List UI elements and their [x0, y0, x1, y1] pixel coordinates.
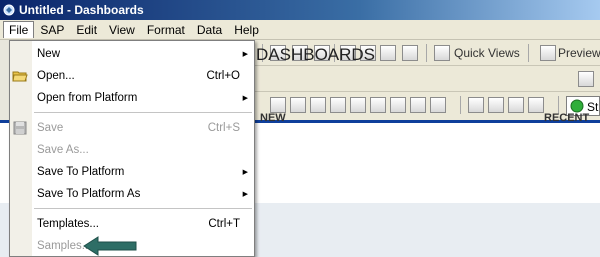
- menu-item-label: Open...: [37, 70, 75, 82]
- menu-format[interactable]: Format: [141, 21, 191, 39]
- align-right-icon[interactable]: [370, 97, 386, 113]
- page-title: DASHBOARDS: [256, 45, 376, 64]
- align-top-icon[interactable]: [270, 97, 286, 113]
- menu-separator: [34, 112, 252, 113]
- status-green-icon: [570, 99, 584, 113]
- annotation-pointer-arrow-icon: [83, 236, 137, 256]
- submenu-arrow-icon: ▶: [242, 191, 248, 198]
- preview-button[interactable]: Preview: [558, 46, 600, 60]
- menu-item-label: Save: [37, 122, 64, 134]
- menu-sap[interactable]: SAP: [34, 21, 70, 39]
- menu-item-label: Save To Platform: [37, 166, 125, 178]
- quick-views-button[interactable]: Quick Views: [454, 46, 520, 60]
- menu-item-open-from-platform[interactable]: Open from Platform ▶: [10, 87, 254, 109]
- menu-file[interactable]: File: [3, 21, 35, 38]
- menu-item-label: New: [37, 48, 61, 60]
- menu-data[interactable]: Data: [191, 21, 228, 39]
- floppy-disk-icon: [13, 121, 27, 135]
- bring-forward-icon[interactable]: [508, 97, 524, 113]
- menu-item-save-to-platform-as[interactable]: Save To Platform As ▶: [10, 183, 254, 205]
- same-width-icon[interactable]: [390, 97, 406, 113]
- column-header-new: NEW: [260, 112, 286, 124]
- same-size-icon[interactable]: [430, 97, 446, 113]
- menu-item-save-as[interactable]: Save As...: [10, 139, 254, 161]
- align-middle-icon[interactable]: [290, 97, 306, 113]
- toolbar-button-bring-front[interactable]: [380, 45, 396, 61]
- app-icon: [3, 4, 15, 16]
- align-bottom-icon[interactable]: [310, 97, 326, 113]
- menu-item-save-to-platform[interactable]: Save To Platform ▶: [10, 161, 254, 183]
- submenu-arrow-icon: ▶: [242, 51, 248, 58]
- menu-item-open[interactable]: Open... Ctrl+O: [10, 65, 254, 87]
- submenu-arrow-icon: ▶: [242, 169, 248, 176]
- window-title-bar: Untitled - Dashboards: [0, 0, 600, 20]
- submenu-arrow-icon: ▶: [242, 95, 248, 102]
- menu-item-label: Templates...: [37, 218, 99, 230]
- send-backward-icon[interactable]: [528, 97, 544, 113]
- same-height-icon[interactable]: [410, 97, 426, 113]
- toolbar-separator: [460, 96, 461, 114]
- menu-separator: [34, 208, 252, 209]
- menu-item-shortcut: Ctrl+T: [208, 218, 240, 230]
- column-header-recent: RECENT: [544, 112, 590, 124]
- quick-views-icon[interactable]: [434, 45, 450, 61]
- toolbar-separator: [426, 44, 427, 62]
- menu-item-shortcut: Ctrl+O: [206, 70, 240, 82]
- folder-open-icon: [12, 71, 28, 82]
- file-menu-dropdown: New ▶ Open... Ctrl+O Open from Platform …: [9, 40, 255, 257]
- toolbar-button-refresh[interactable]: [578, 71, 594, 87]
- distribute-h-icon[interactable]: [468, 97, 484, 113]
- menu-help[interactable]: Help: [228, 21, 265, 39]
- toolbar-separator: [528, 44, 529, 62]
- menu-item-new[interactable]: New ▶: [10, 43, 254, 65]
- distribute-v-icon[interactable]: [488, 97, 504, 113]
- menu-item-templates[interactable]: Templates... Ctrl+T: [10, 213, 254, 235]
- window-title: Untitled - Dashboards: [19, 3, 144, 17]
- menu-view[interactable]: View: [103, 21, 141, 39]
- menu-edit[interactable]: Edit: [70, 21, 103, 39]
- menu-item-label: Save To Platform As: [37, 188, 141, 200]
- menu-item-label: Save As...: [37, 144, 89, 156]
- preview-icon[interactable]: [540, 45, 556, 61]
- align-left-icon[interactable]: [330, 97, 346, 113]
- menu-item-save[interactable]: Save Ctrl+S: [10, 117, 254, 139]
- menu-item-shortcut: Ctrl+S: [207, 122, 240, 134]
- menu-bar: File SAP Edit View Format Data Help: [0, 20, 600, 40]
- toolbar-button-send-back[interactable]: [402, 45, 418, 61]
- align-center-icon[interactable]: [350, 97, 366, 113]
- menu-item-label: Open from Platform: [37, 92, 138, 104]
